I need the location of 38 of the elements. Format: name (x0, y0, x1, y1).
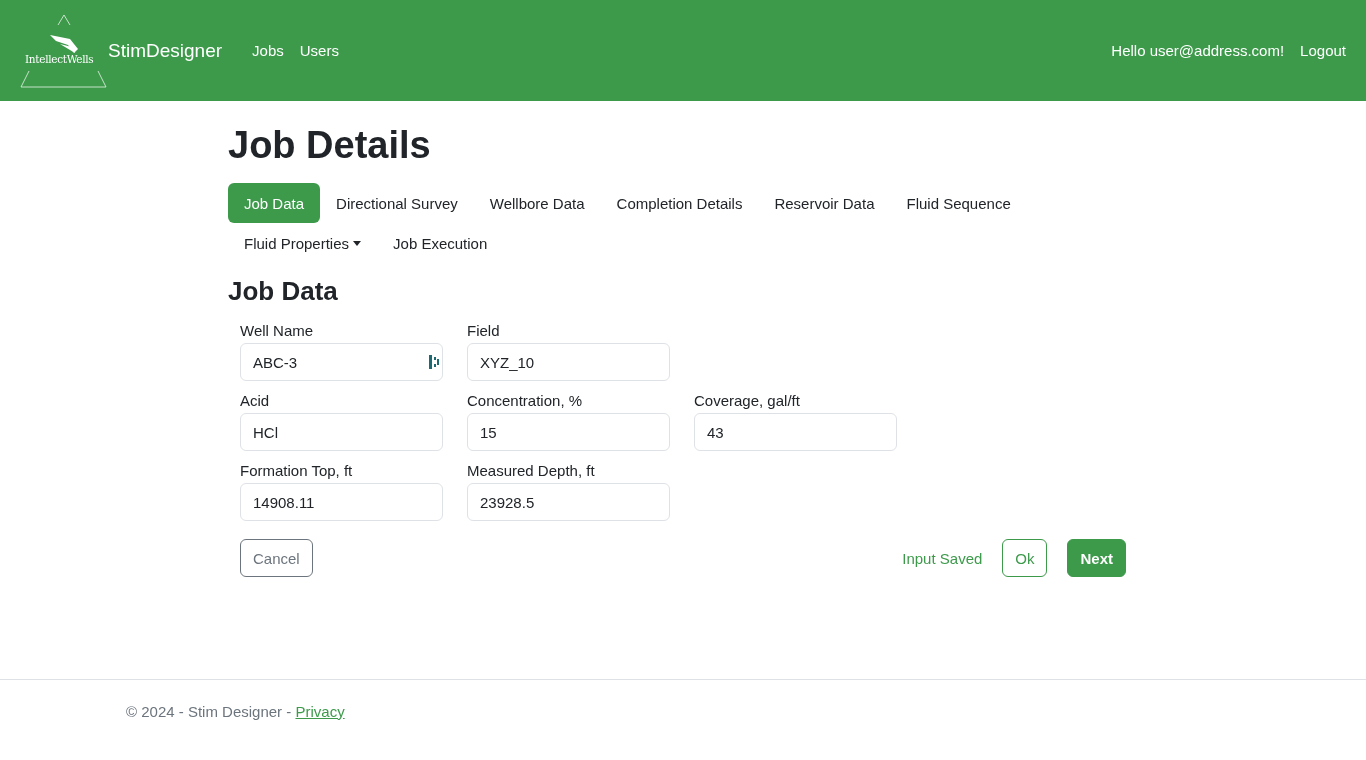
cancel-button[interactable]: Cancel (240, 539, 313, 577)
input-field[interactable]: XYZ_10 (467, 343, 670, 381)
privacy-link[interactable]: Privacy (295, 702, 345, 720)
copyright-text: © 2024 - Stim Designer - (126, 702, 293, 720)
tab[interactable]: Wellbore Data (473, 183, 601, 223)
status-text: Input Saved (902, 549, 983, 567)
field-label: Coverage, gal/ft (694, 391, 800, 411)
input-field[interactable]: HCl (240, 413, 443, 451)
input-field[interactable]: 43 (694, 413, 897, 451)
field-label: Well Name (240, 321, 314, 341)
field-label: Formation Top, ft (240, 461, 353, 481)
tab[interactable]: Job Execution (377, 223, 504, 263)
tab[interactable]: Fluid Properties (228, 223, 378, 263)
input-field[interactable]: 23928.5 (467, 483, 670, 521)
tab[interactable]: Completion Details (600, 183, 759, 223)
tab[interactable]: Reservoir Data (758, 183, 891, 223)
next-button[interactable]: Next (1067, 539, 1126, 577)
caret-icon (353, 240, 362, 246)
field-label: Measured Depth, ft (467, 461, 595, 481)
autofill-icon[interactable] (429, 355, 439, 369)
greeting-text: Hello user@address.com! (1111, 42, 1285, 59)
field-label: Concentration, % (467, 391, 583, 411)
tab[interactable]: Fluid Sequence (890, 183, 1027, 223)
brand-link[interactable]: StimDesigner (108, 39, 223, 62)
nav-link[interactable]: Jobs (252, 42, 284, 59)
logo-text: IntellectWells (25, 52, 94, 65)
ok-button[interactable]: Ok (1002, 539, 1048, 577)
tab[interactable]: Directional Survey (320, 183, 474, 223)
input-field[interactable]: 14908.11 (240, 483, 443, 521)
nav-link[interactable]: Users (299, 42, 339, 59)
logout-link[interactable]: Logout (1300, 42, 1346, 59)
input-field[interactable]: 15 (467, 413, 670, 451)
section-title: Job Data (228, 275, 338, 307)
field-label: Acid (240, 391, 270, 411)
page-title: Job Details (228, 123, 431, 168)
input-field[interactable]: ABC-3 (240, 343, 443, 381)
field-label: Field (467, 321, 500, 341)
tab[interactable]: Job Data (228, 183, 321, 223)
